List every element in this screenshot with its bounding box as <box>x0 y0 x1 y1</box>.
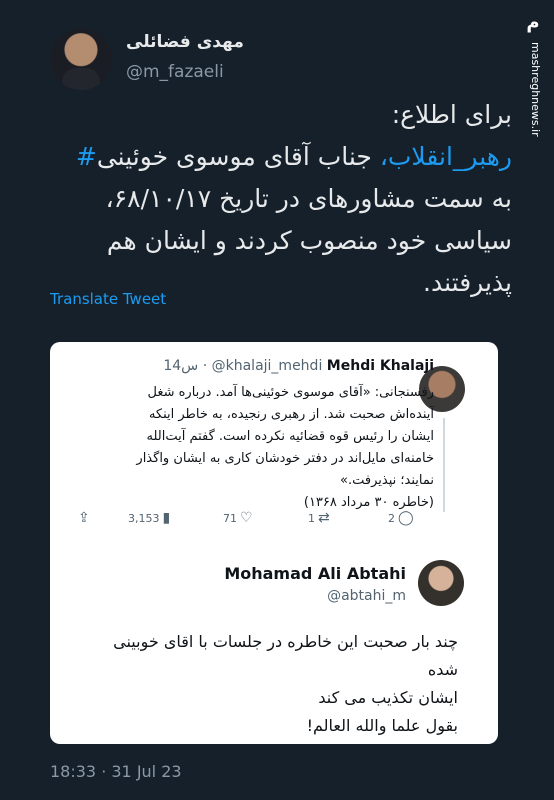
quote2-name[interactable]: Mohamad Ali Abtahi <box>224 564 406 583</box>
likes-count: 71 <box>223 511 237 525</box>
quote1-handle[interactable]: @khalaji_mehdi <box>212 358 323 374</box>
views-icon: ▮ <box>162 510 171 526</box>
translate-tweet-link[interactable]: Translate Tweet <box>50 290 166 308</box>
hashtag-link[interactable]: رهبر_انقلاب، <box>380 142 512 171</box>
tweet-line-text: جناب آقای موسوی خوئینی <box>96 142 372 171</box>
watermark-site: mashreghnews.ir <box>529 42 542 137</box>
tweet-line: سیاسی خود منصوب کردند و ایشان هم <box>106 226 512 255</box>
quote1-line: ایشان را رئیس قوه قضائیه نکرده است. گفتم… <box>146 429 434 444</box>
replies-count: 2 <box>388 511 395 525</box>
quoted-image-card: 14س · @khalaji_mehdi Mehdi Khalaji رفسنج… <box>50 342 498 744</box>
share-button[interactable]: ⇪ <box>78 510 90 526</box>
quote1-line: آینده‌اش صحبت شد. از رهبری رنجیده، به خا… <box>148 407 434 422</box>
quote1-name[interactable]: Mehdi Khalaji <box>327 358 434 374</box>
views-count: 3,153 <box>128 511 160 525</box>
tweet-timestamp[interactable]: 18:33 · 31 Jul 23 <box>50 762 182 781</box>
author-handle[interactable]: @m_fazaeli <box>126 62 224 82</box>
quote1-actions: ⇪ 3,153 ▮ 71 ♡ 1 ⇄ 2 ◯ <box>78 510 418 532</box>
reply-icon: ◯ <box>398 510 414 526</box>
author-display-name[interactable]: مهدی فضائلی <box>126 32 244 52</box>
quote2-line: شده <box>427 660 458 679</box>
heart-icon: ♡ <box>240 510 253 526</box>
tweet-line: رهبر_انقلاب، جناب آقای موسوی خوئینی# <box>46 136 512 178</box>
quote1-line: خامنه‌ای مایل‌اند در دفتر خودشان کاری به… <box>136 451 434 466</box>
avatar-shirt <box>62 68 100 90</box>
quote1-separator: · <box>202 358 212 374</box>
like-button[interactable]: 71 ♡ <box>223 510 253 526</box>
quote2-line: چند بار صحبت این خاطره در جلسات با اقای … <box>113 632 458 651</box>
tweet-line: برای اطلاع: <box>391 100 512 129</box>
avatar[interactable] <box>50 28 112 90</box>
reply-button[interactable]: 2 ◯ <box>388 510 414 526</box>
quote1-line: رفسنجانی: «آقای موسوی خوئینی‌ها آمد. درب… <box>147 385 434 400</box>
retweets-count: 1 <box>308 511 315 525</box>
tweet-line: به سمت مشاورهای در تاریخ ۶۸/۱۰/۱۷، <box>105 184 512 213</box>
watermark-logo: م <box>526 12 540 33</box>
quote1-time: 14س <box>163 358 199 374</box>
quote2-body: چند بار صحبت این خاطره در جلسات با اقای … <box>78 628 458 740</box>
quote1-line: نمایند؛ نپذیرفت.» <box>340 473 434 488</box>
watermark: م mashreghnews.ir <box>520 10 546 137</box>
retweet-icon: ⇄ <box>318 510 330 526</box>
thread-line <box>443 418 445 512</box>
quote1-header: 14س · @khalaji_mehdi Mehdi Khalaji <box>163 358 434 374</box>
views-button[interactable]: 3,153 ▮ <box>128 510 170 526</box>
hashtag-text: رهبر_انقلاب، <box>379 142 512 171</box>
retweet-button[interactable]: 1 ⇄ <box>308 510 330 526</box>
quote2-handle[interactable]: @abtahi_m <box>327 588 406 604</box>
share-icon: ⇪ <box>78 510 90 526</box>
quote2-line: بقول علما والله العالم! <box>306 716 458 735</box>
quote1-body: رفسنجانی: «آقای موسوی خوئینی‌ها آمد. درب… <box>114 382 434 514</box>
tweet-text: برای اطلاع: رهبر_انقلاب، جناب آقای موسوی… <box>46 94 512 304</box>
quote2-line: ایشان تکذیب می کند <box>318 688 458 707</box>
hashtag-prefix: # <box>75 142 97 171</box>
quote2-avatar[interactable] <box>418 560 464 606</box>
